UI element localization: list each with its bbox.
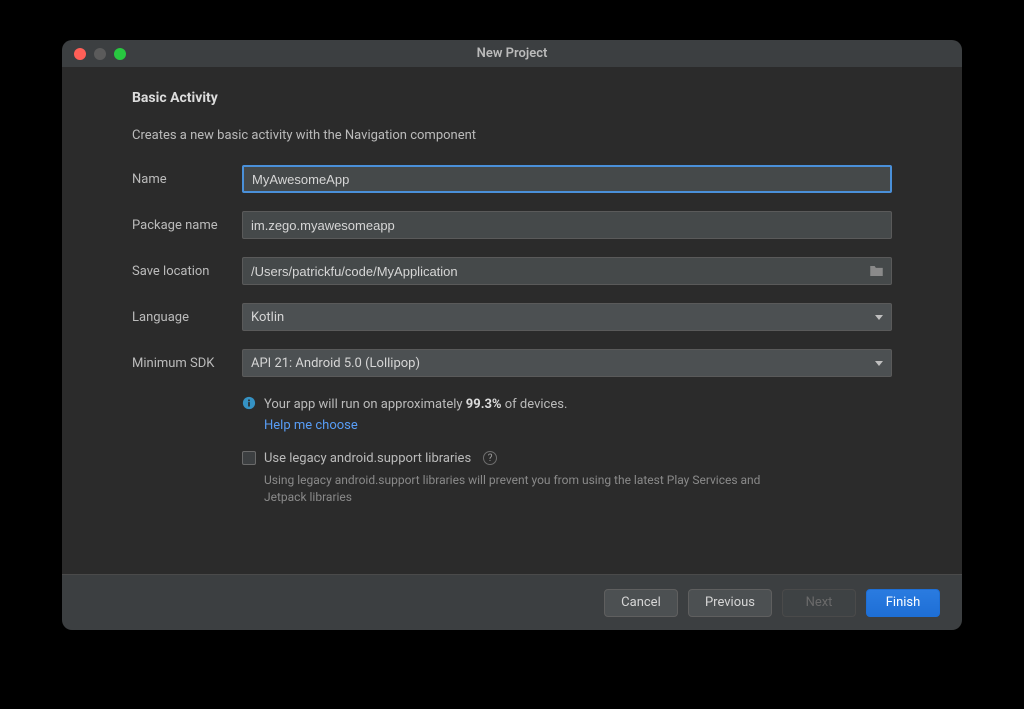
save-location-input[interactable]	[242, 257, 892, 285]
next-button: Next	[782, 589, 856, 617]
minimize-window-icon	[94, 48, 106, 60]
previous-button[interactable]: Previous	[688, 589, 772, 617]
language-select[interactable]: Kotlin	[242, 303, 892, 331]
device-coverage-text: Your app will run on approximately 99.3%…	[264, 395, 567, 415]
legacy-libraries-label: Use legacy android.support libraries	[264, 451, 471, 466]
chevron-down-icon	[875, 361, 883, 366]
window-controls	[74, 48, 126, 60]
cancel-button[interactable]: Cancel	[604, 589, 678, 617]
row-save-location: Save location	[132, 257, 892, 285]
minimum-sdk-label: Minimum SDK	[132, 356, 242, 371]
chevron-down-icon	[875, 315, 883, 320]
language-value: Kotlin	[251, 310, 284, 325]
dialog-footer: Cancel Previous Next Finish	[62, 574, 962, 630]
new-project-dialog: New Project Basic Activity Creates a new…	[62, 40, 962, 630]
window-title: New Project	[62, 46, 962, 61]
minimum-sdk-select[interactable]: API 21: Android 5.0 (Lollipop)	[242, 349, 892, 377]
name-label: Name	[132, 172, 242, 187]
maximize-window-icon[interactable]	[114, 48, 126, 60]
name-input[interactable]	[242, 165, 892, 193]
close-window-icon[interactable]	[74, 48, 86, 60]
folder-icon[interactable]	[869, 265, 884, 278]
title-bar: New Project	[62, 40, 962, 68]
help-me-choose-link[interactable]: Help me choose	[264, 418, 358, 433]
finish-button[interactable]: Finish	[866, 589, 940, 617]
section-title: Basic Activity	[132, 90, 892, 106]
package-name-label: Package name	[132, 218, 242, 233]
row-minimum-sdk: Minimum SDK API 21: Android 5.0 (Lollipo…	[132, 349, 892, 377]
legacy-libraries-checkbox[interactable]	[242, 451, 256, 465]
legacy-libraries-note: Using legacy android.support libraries w…	[264, 472, 784, 507]
info-icon	[242, 396, 256, 410]
minimum-sdk-value: API 21: Android 5.0 (Lollipop)	[251, 356, 420, 371]
row-name: Name	[132, 165, 892, 193]
language-label: Language	[132, 310, 242, 325]
legacy-libraries-row: Use legacy android.support libraries ?	[242, 451, 892, 466]
save-location-label: Save location	[132, 264, 242, 279]
row-language: Language Kotlin	[132, 303, 892, 331]
sdk-info-block: Your app will run on approximately 99.3%…	[242, 395, 892, 506]
dialog-content: Basic Activity Creates a new basic activ…	[62, 68, 962, 574]
row-package-name: Package name	[132, 211, 892, 239]
section-description: Creates a new basic activity with the Na…	[132, 128, 892, 143]
package-name-input[interactable]	[242, 211, 892, 239]
help-icon[interactable]: ?	[483, 451, 497, 465]
